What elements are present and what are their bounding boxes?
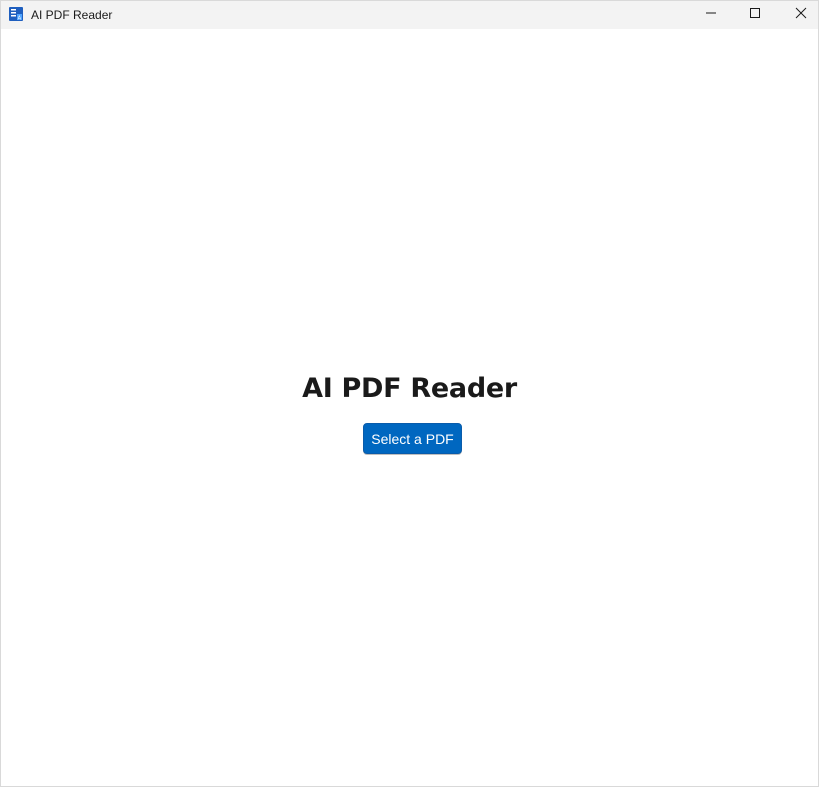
- app-window: A AI PDF Reader AI PDF Reader Select a P…: [0, 0, 819, 787]
- main-content: AI PDF Reader Select a PDF: [1, 29, 818, 787]
- minimize-button[interactable]: [688, 1, 734, 29]
- title-bar[interactable]: A AI PDF Reader: [1, 1, 818, 29]
- maximize-button[interactable]: [732, 1, 778, 29]
- close-icon: [795, 6, 807, 24]
- close-button[interactable]: [778, 1, 819, 29]
- maximize-icon: [749, 6, 761, 24]
- select-pdf-button[interactable]: Select a PDF: [363, 423, 462, 454]
- svg-text:A: A: [18, 15, 22, 21]
- window-title: AI PDF Reader: [31, 8, 113, 22]
- app-icon: A: [9, 7, 23, 21]
- page-title: AI PDF Reader: [302, 373, 517, 404]
- minimize-icon: [705, 6, 717, 24]
